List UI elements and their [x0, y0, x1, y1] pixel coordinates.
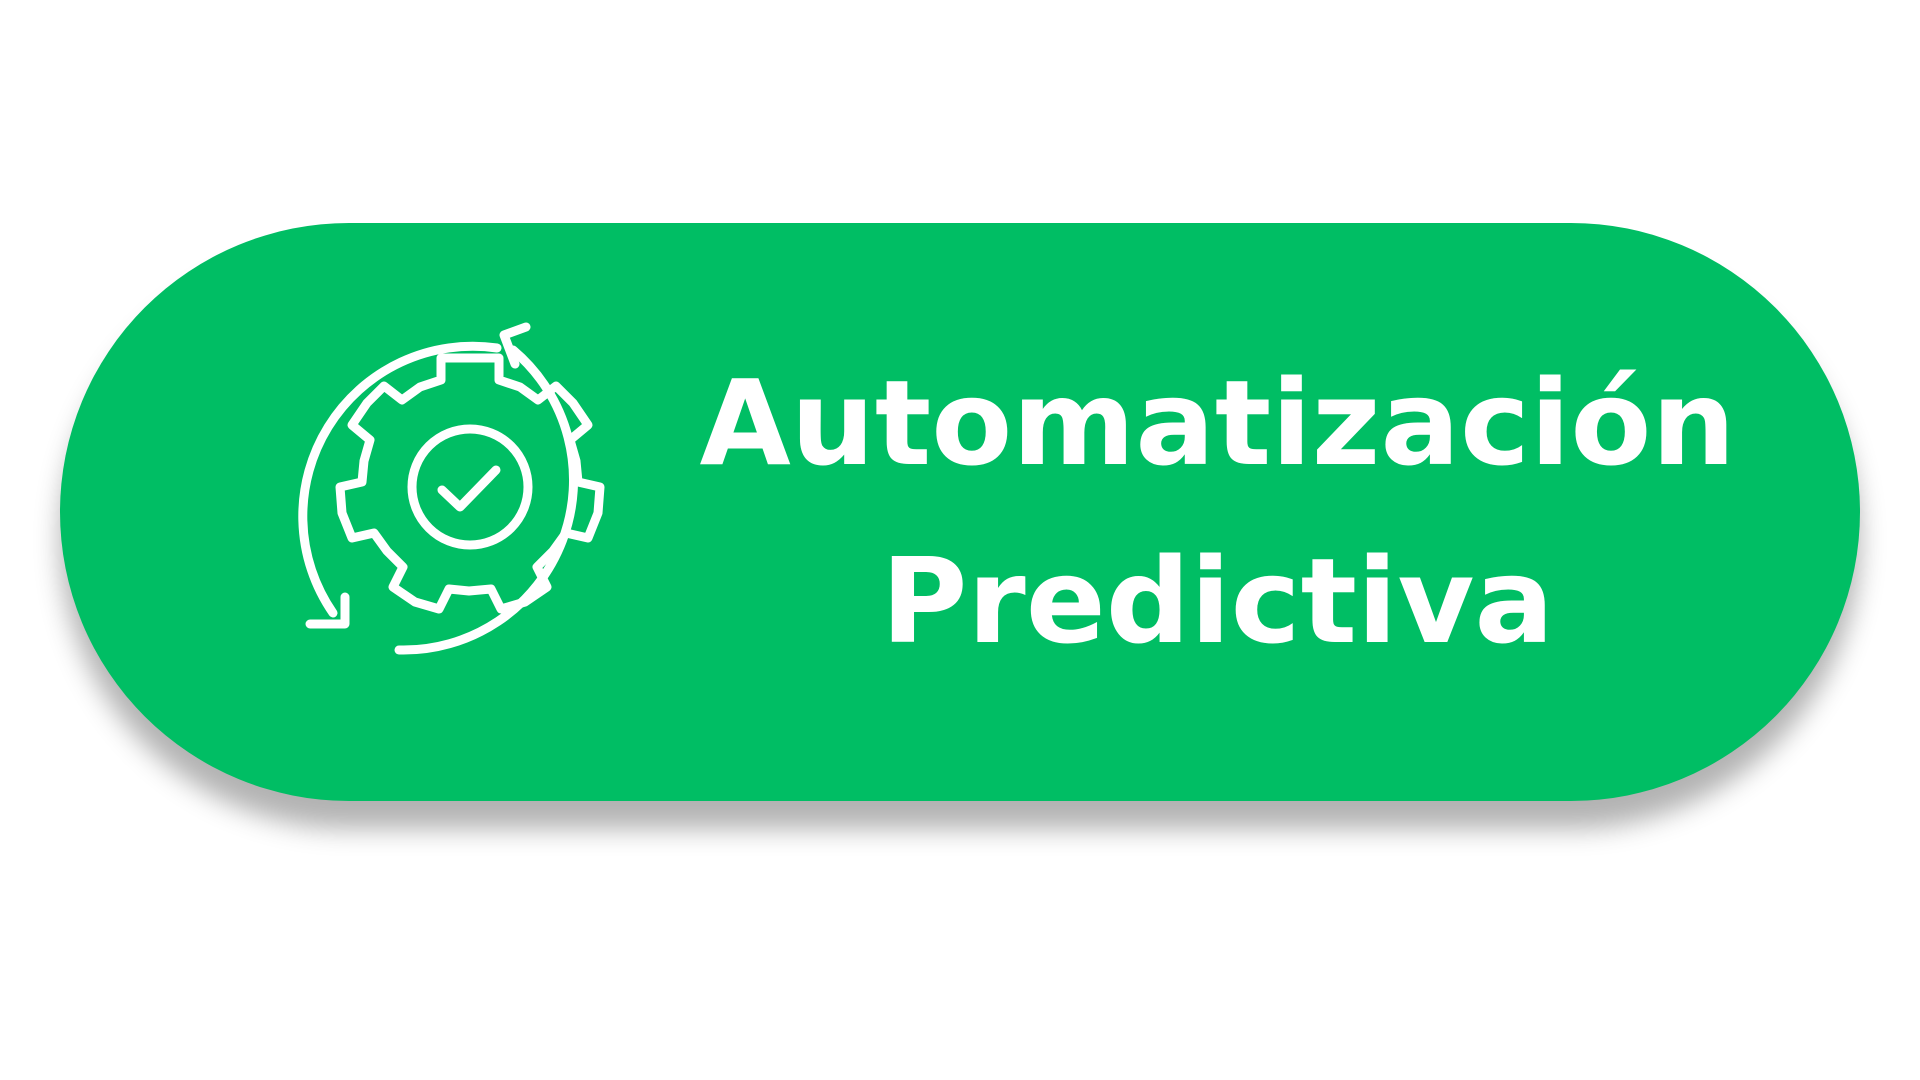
button-label: Automatización Predictiva [680, 223, 1755, 801]
button-label-line2: Predictiva [881, 532, 1554, 670]
gear-check-cycle-icon [270, 307, 670, 707]
button-label-line1: Automatización [699, 354, 1736, 492]
predictive-automation-button[interactable]: Automatización Predictiva [60, 223, 1860, 801]
